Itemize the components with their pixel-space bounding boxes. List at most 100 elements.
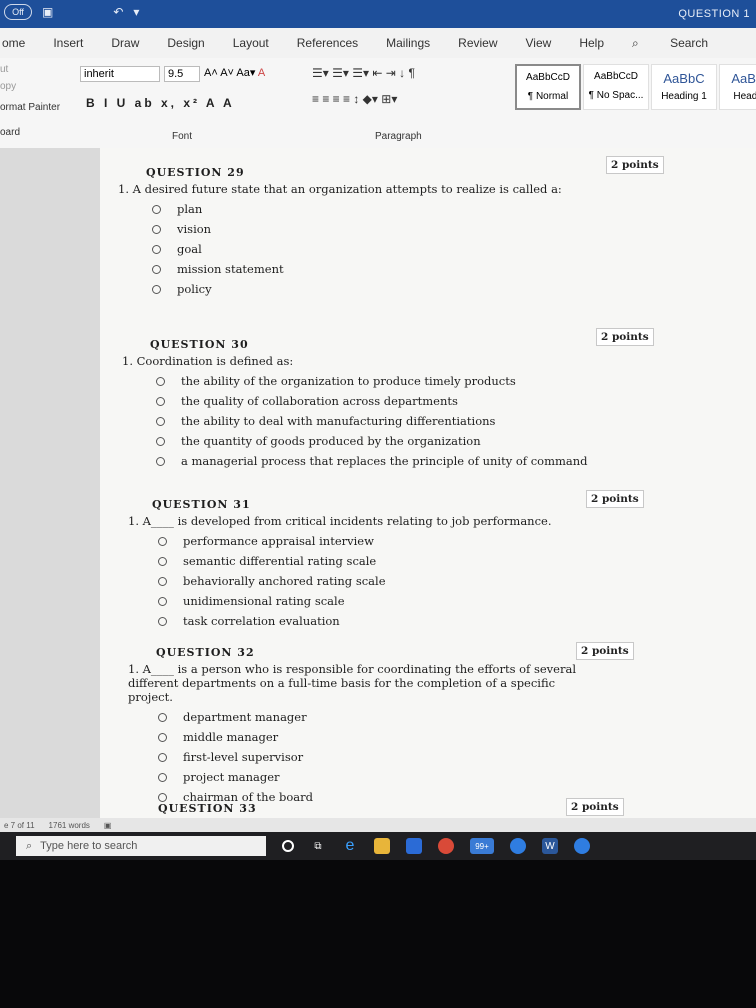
- answer-option[interactable]: the quantity of goods produced by the or…: [156, 434, 588, 448]
- radio-button[interactable]: [158, 536, 167, 546]
- app-icon[interactable]: [574, 838, 590, 854]
- answer-option[interactable]: middle manager: [158, 730, 578, 744]
- undo-icon[interactable]: ↶: [113, 5, 123, 19]
- clear-formatting-icon[interactable]: A: [258, 67, 265, 79]
- tab-draw[interactable]: Draw: [111, 36, 139, 50]
- points-badge: 2 points: [566, 798, 624, 816]
- tab-design[interactable]: Design: [167, 36, 204, 50]
- ribbon-tabs: ome Insert Draw Design Layout References…: [0, 28, 756, 58]
- radio-button[interactable]: [158, 596, 167, 606]
- format-painter-button[interactable]: ormat Painter: [0, 102, 72, 113]
- radio-button[interactable]: [156, 416, 165, 426]
- font-size-select[interactable]: 9.5: [164, 66, 200, 82]
- taskbar-icons: ⧉ e 99+ W: [282, 837, 590, 854]
- radio-button[interactable]: [158, 556, 167, 566]
- tab-help[interactable]: Help: [579, 36, 604, 50]
- radio-button[interactable]: [152, 204, 161, 214]
- radio-button[interactable]: [156, 376, 165, 386]
- answer-option[interactable]: department manager: [158, 710, 578, 724]
- font-name-select[interactable]: inherit: [80, 66, 160, 82]
- tab-insert[interactable]: Insert: [53, 36, 83, 50]
- answer-option[interactable]: project manager: [158, 770, 578, 784]
- radio-button[interactable]: [158, 752, 167, 762]
- radio-button[interactable]: [158, 772, 167, 782]
- radio-button[interactable]: [156, 396, 165, 406]
- clipboard-label: oard: [0, 127, 21, 138]
- answer-option[interactable]: first-level supervisor: [158, 750, 578, 764]
- radio-button[interactable]: [156, 456, 165, 466]
- app-icon[interactable]: [510, 838, 526, 854]
- answer-option[interactable]: policy: [152, 282, 562, 296]
- option-label: first-level supervisor: [183, 750, 304, 764]
- tab-review[interactable]: Review: [458, 36, 497, 50]
- list-buttons[interactable]: ☰▾ ☰▾ ☰▾ ⇤ ⇥ ↓ ¶: [312, 66, 512, 80]
- question-heading: QUESTION 30: [150, 338, 249, 351]
- answer-option[interactable]: performance appraisal interview: [158, 534, 552, 548]
- answer-option[interactable]: vision: [152, 222, 562, 236]
- radio-button[interactable]: [152, 244, 161, 254]
- answer-option[interactable]: mission statement: [152, 262, 562, 276]
- proofing-icon[interactable]: ▣: [104, 821, 112, 830]
- answer-option[interactable]: the quality of collaboration across depa…: [156, 394, 588, 408]
- option-label: unidimensional rating scale: [183, 594, 345, 608]
- font-size-buttons[interactable]: A˄ A˅ Aa▾ A: [204, 66, 265, 79]
- answer-option[interactable]: goal: [152, 242, 562, 256]
- search-placeholder: Type here to search: [40, 840, 138, 852]
- style-heading-1[interactable]: AaBbC Heading 1: [651, 64, 717, 110]
- radio-button[interactable]: [158, 792, 167, 802]
- task-view-icon[interactable]: ⧉: [310, 838, 326, 854]
- font-format-buttons[interactable]: B I U ab x, x² A A: [86, 96, 235, 110]
- answer-option[interactable]: unidimensional rating scale: [158, 594, 552, 608]
- search-box[interactable]: ⌕ Search: [632, 36, 736, 51]
- answer-option[interactable]: task correlation evaluation: [158, 614, 552, 628]
- style-preview: AaBbCcD: [594, 71, 638, 82]
- style-preview: AaBbCcD: [526, 72, 570, 83]
- tab-mailings[interactable]: Mailings: [386, 36, 430, 50]
- tab-layout[interactable]: Layout: [233, 36, 269, 50]
- align-buttons[interactable]: ≡ ≡ ≡ ≡ ↕ ◆▾ ⊞▾: [312, 92, 512, 106]
- style-no-spacing[interactable]: AaBbCcD ¶ No Spac...: [583, 64, 649, 110]
- taskbar-search[interactable]: ⌕ Type here to search: [16, 836, 266, 856]
- answer-option[interactable]: behaviorally anchored rating scale: [158, 574, 552, 588]
- points-badge: 2 points: [606, 156, 664, 174]
- tab-view[interactable]: View: [526, 36, 552, 50]
- customize-qat-icon[interactable]: ▾: [133, 5, 139, 19]
- document-page[interactable]: 2 points QUESTION 29 1. A desired future…: [100, 148, 756, 820]
- radio-button[interactable]: [158, 732, 167, 742]
- radio-button[interactable]: [152, 264, 161, 274]
- edge-icon[interactable]: e: [342, 837, 358, 854]
- mail-icon[interactable]: 99+: [470, 838, 494, 854]
- style-label: Heading: [733, 91, 756, 102]
- radio-button[interactable]: [156, 436, 165, 446]
- answer-option[interactable]: the ability to deal with manufacturing d…: [156, 414, 588, 428]
- chrome-icon[interactable]: [438, 838, 454, 854]
- file-explorer-icon[interactable]: [374, 838, 390, 854]
- tab-references[interactable]: References: [297, 36, 358, 50]
- answer-option[interactable]: a managerial process that replaces the p…: [156, 454, 588, 468]
- save-icon[interactable]: ▣: [42, 5, 53, 19]
- radio-button[interactable]: [158, 616, 167, 626]
- style-heading-2[interactable]: AaBbC Heading: [719, 64, 756, 110]
- store-icon[interactable]: [406, 838, 422, 854]
- radio-button[interactable]: [158, 712, 167, 722]
- copy-button[interactable]: opy: [0, 81, 72, 92]
- answer-option[interactable]: semantic differential rating scale: [158, 554, 552, 568]
- autosave-toggle[interactable]: Off: [4, 4, 32, 20]
- option-label: plan: [177, 202, 203, 216]
- radio-button[interactable]: [158, 576, 167, 586]
- cortana-icon[interactable]: [282, 840, 294, 852]
- option-label: the quality of collaboration across depa…: [181, 394, 458, 408]
- radio-button[interactable]: [152, 284, 161, 294]
- answer-option[interactable]: plan: [152, 202, 562, 216]
- quick-access-toolbar: Off ▣ ↶ ▾: [4, 4, 139, 20]
- word-icon[interactable]: W: [542, 838, 558, 854]
- style-label: Heading 1: [661, 91, 707, 102]
- tab-home[interactable]: ome: [2, 36, 25, 50]
- question-text: 1. A____ is developed from critical inci…: [128, 514, 552, 528]
- page-count[interactable]: e 7 of 11: [4, 821, 35, 830]
- cut-button[interactable]: ut: [0, 64, 72, 75]
- answer-option[interactable]: the ability of the organization to produ…: [156, 374, 588, 388]
- radio-button[interactable]: [152, 224, 161, 234]
- word-count[interactable]: 1761 words: [49, 821, 90, 830]
- style-normal[interactable]: AaBbCcD ¶ Normal: [515, 64, 581, 110]
